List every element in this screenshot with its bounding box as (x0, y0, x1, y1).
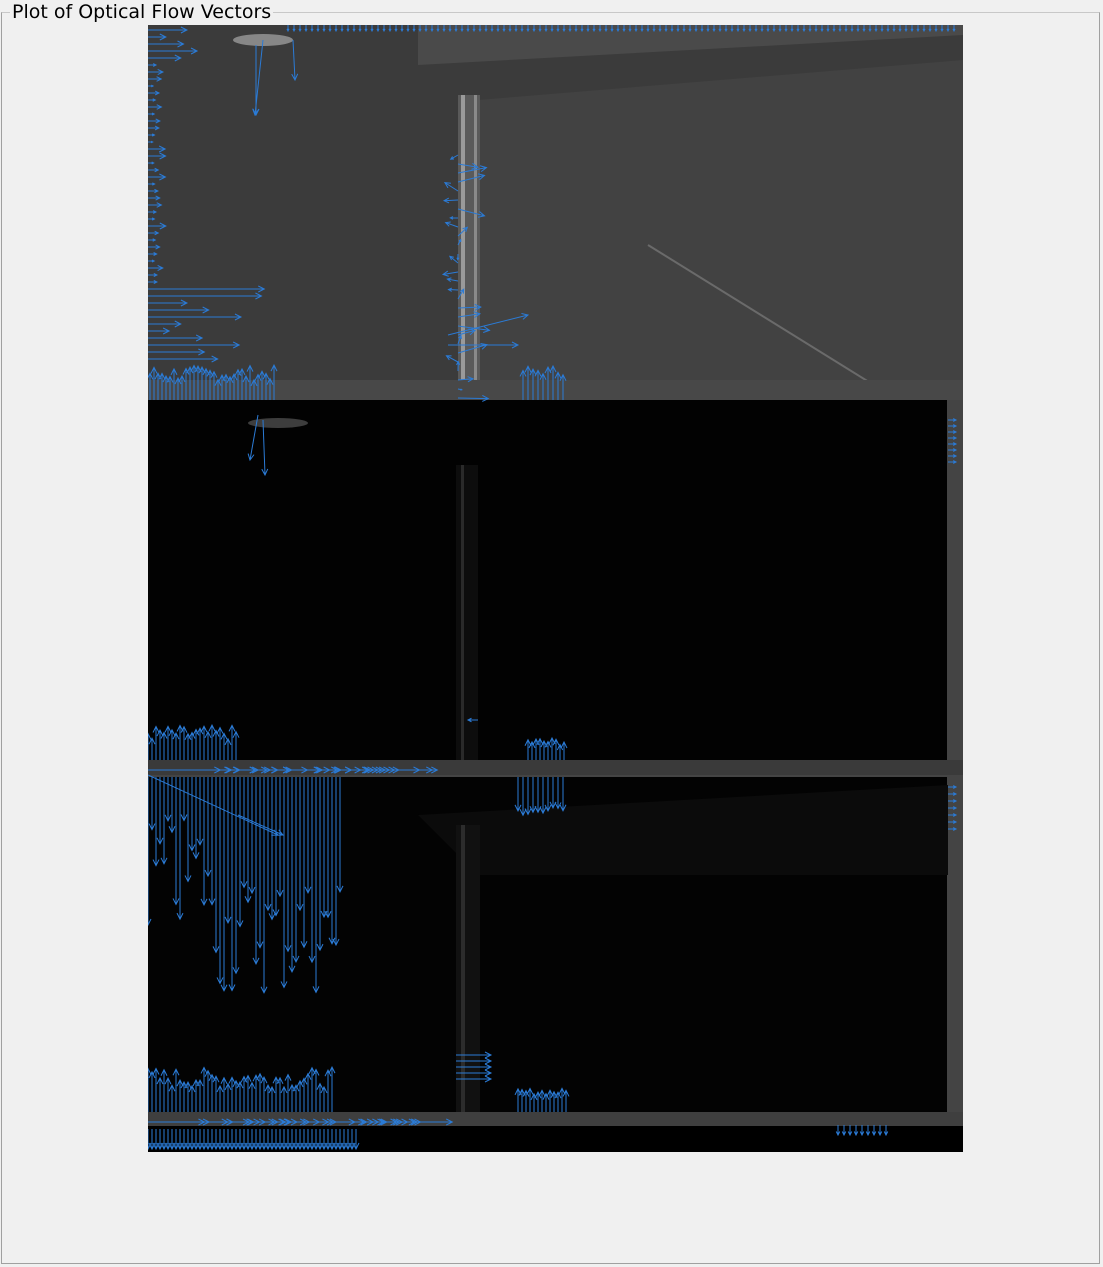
plot-canvas (148, 25, 963, 1152)
optical-flow-plot (148, 25, 963, 1152)
frame-1-image (148, 25, 963, 401)
panel-title: Plot of Optical Flow Vectors (10, 1, 274, 23)
frame-2-image (148, 400, 963, 775)
